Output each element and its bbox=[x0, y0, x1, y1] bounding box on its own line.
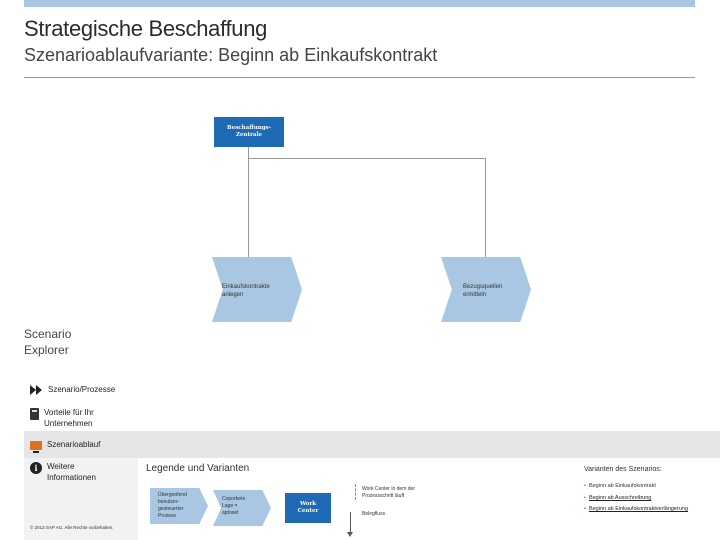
legend-title: Legende und Varianten bbox=[146, 463, 250, 474]
work-center-label-line2: Zentrale bbox=[235, 132, 263, 138]
legend-note1-line1: Work Center in dem der bbox=[362, 486, 415, 492]
legend-note-work-center: Work Center in dem der Prozessschritt lä… bbox=[362, 486, 415, 500]
flow-line-top bbox=[248, 158, 485, 159]
process-step-find-sources-label: Bezugsquellen ermitteln bbox=[463, 283, 502, 299]
legend-chevron-corporate-label: Coporbete Lage = aptoset bbox=[222, 496, 245, 517]
legend-chev2-line2: Lage = bbox=[222, 503, 238, 509]
menu-item-benefits[interactable]: Vorteile für Ihr Unternehmen bbox=[30, 408, 94, 430]
document-flow-arrow-icon bbox=[347, 512, 353, 537]
benefits-line2: Unternehmen bbox=[44, 418, 93, 428]
variant-link-tender[interactable]: Beginn ab Ausschreibung bbox=[589, 495, 651, 502]
explorer-line2: Explorer bbox=[24, 342, 69, 357]
menu-item-scenario-processes[interactable]: Szenario/Prozesse bbox=[30, 385, 115, 396]
legend-chev2-line1: Coporbete bbox=[222, 496, 246, 502]
work-center-label-line1: Beschaffungs- bbox=[227, 124, 271, 131]
scenario-explorer-label: Scenario Explorer bbox=[24, 327, 71, 358]
legend-chev2-line3: aptoset bbox=[222, 510, 239, 516]
menu-label-more-info: Weitere Informationen bbox=[47, 462, 96, 484]
explorer-line1: Scenario bbox=[24, 327, 72, 341]
variant-item-contract: • Beginn ab Einkaufskontrakt bbox=[584, 483, 656, 490]
step2-line1: Bezugsquellen bbox=[463, 284, 503, 290]
variant-item-contract-renewal[interactable]: • Beginn ab Einkaufskontraktverlängerung bbox=[584, 506, 704, 513]
legend-chev1-line1: Übergreifend bbox=[158, 492, 187, 498]
step1-line2: anlegen bbox=[222, 292, 244, 299]
step2-line2: ermitteln bbox=[463, 292, 487, 299]
work-center-box[interactable]: Beschaffungs- Zentrale bbox=[214, 117, 284, 147]
step1-line1: Einkaufskontrakte bbox=[222, 284, 270, 290]
legend-box-line2: Center bbox=[297, 508, 319, 514]
bullet-icon: • bbox=[584, 495, 586, 501]
legend-chevron-cross-process-label: Übergreifend benutzer- gesteuerter Proze… bbox=[158, 492, 187, 520]
chevrons-icon bbox=[30, 385, 44, 395]
variant-item-tender[interactable]: • Beginn ab Ausschreibung bbox=[584, 495, 651, 502]
calculator-icon bbox=[30, 408, 39, 420]
menu-item-more-info[interactable]: i Weitere Informationen bbox=[30, 462, 96, 484]
copyright-text: © 2013 SAP AG. Alle Rechte vorbehalten. bbox=[30, 525, 114, 530]
legend-box-line1: Work bbox=[299, 500, 317, 507]
legend-chev1-line2: benutzer- bbox=[158, 499, 180, 505]
menu-highlight-bar bbox=[24, 431, 720, 458]
variants-title: Varianten des Szenarios: bbox=[584, 466, 662, 473]
header-divider bbox=[24, 77, 695, 78]
legend-work-center-box: Work Center bbox=[285, 493, 331, 523]
menu-label-scenario-processes: Szenario/Prozesse bbox=[48, 385, 116, 394]
monitor-icon bbox=[30, 441, 42, 453]
legend-dashed-line bbox=[355, 484, 356, 500]
menu-label-scenario-flow: Szenarioablauf bbox=[47, 440, 101, 449]
info-icon: i bbox=[30, 462, 42, 474]
legend-chev1-line3: gesteuerter bbox=[158, 506, 184, 512]
top-accent-bar bbox=[24, 0, 695, 7]
page-title: Strategische Beschaffung bbox=[24, 16, 268, 41]
legend-note-document-flow: Belegfluss bbox=[362, 511, 386, 517]
benefits-line1: Vorteile für Ihr bbox=[44, 408, 94, 417]
variant-link-contract-renewal[interactable]: Beginn ab Einkaufskontraktverlängerung bbox=[589, 506, 688, 513]
bullet-icon: • bbox=[584, 506, 586, 512]
menu-label-benefits: Vorteile für Ihr Unternehmen bbox=[44, 408, 94, 430]
legend-note1-line2: Prozessschritt läuft bbox=[362, 493, 405, 499]
bullet-icon: • bbox=[584, 483, 586, 489]
menu-item-scenario-flow[interactable]: Szenarioablauf bbox=[30, 440, 101, 453]
variant-label-contract: Beginn ab Einkaufskontrakt bbox=[588, 483, 656, 489]
page-subtitle: Szenarioablaufvariante: Beginn ab Einkau… bbox=[24, 45, 438, 65]
flow-line-right bbox=[485, 158, 486, 257]
more-info-line1: Weitere bbox=[47, 462, 75, 471]
legend-chev1-line4: Prozess bbox=[158, 513, 177, 519]
more-info-line2: Informationen bbox=[47, 472, 96, 482]
process-step-create-contracts-label: Einkaufskontrakte anlegen bbox=[222, 283, 270, 299]
flow-line-left bbox=[248, 147, 249, 257]
